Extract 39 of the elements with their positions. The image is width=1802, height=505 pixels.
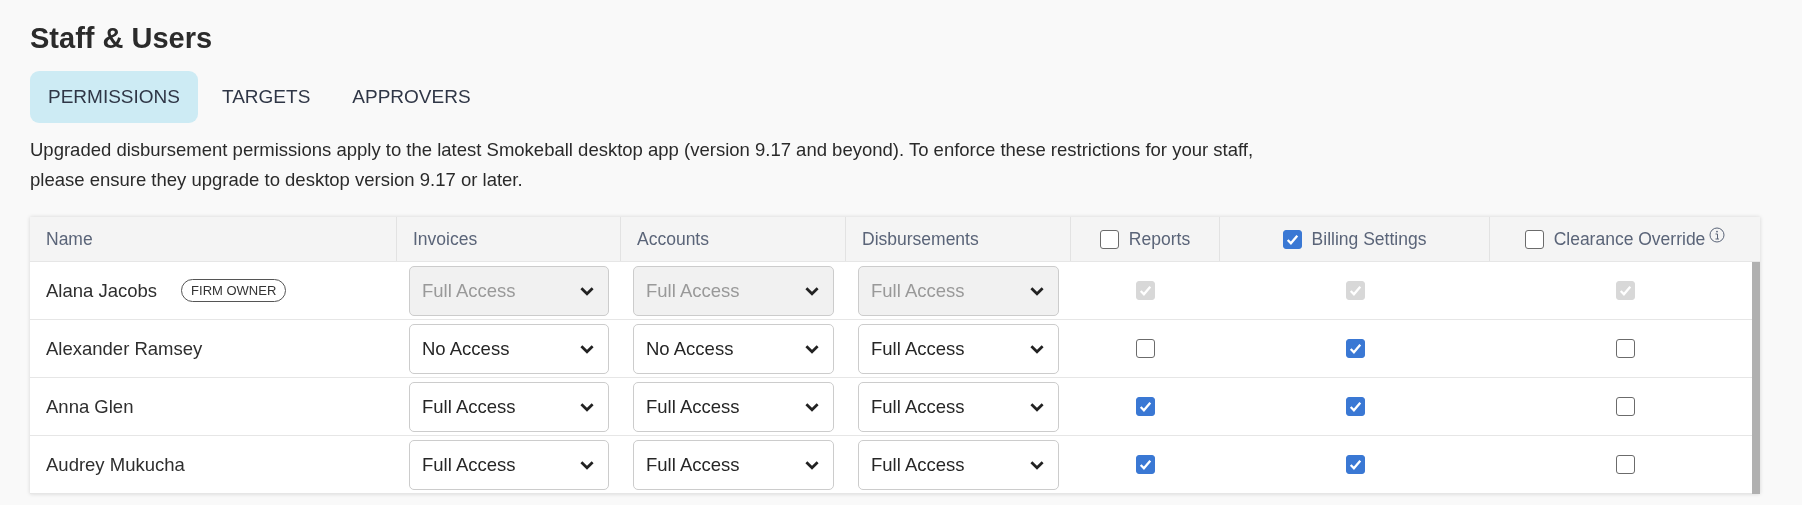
header-checkbox[interactable]	[1099, 229, 1119, 249]
permission-checkbox[interactable]	[1345, 397, 1365, 416]
column-header: Disbursements	[862, 228, 979, 250]
permission-checkbox[interactable]	[1136, 455, 1155, 474]
column-header: Billing Settings	[1311, 228, 1427, 250]
access-dropdown[interactable]: Full Access	[409, 381, 609, 432]
staff-name: Anna Glen	[46, 395, 134, 418]
tab[interactable]: PERMISSIONS	[30, 71, 198, 123]
permission-checkbox[interactable]	[1136, 397, 1155, 416]
access-dropdown[interactable]: No Access	[409, 323, 609, 374]
permission-checkbox[interactable]	[1345, 455, 1365, 474]
staff-name: Alexander Ramsey	[46, 337, 203, 360]
column-header: Clearance Override	[1553, 228, 1706, 250]
access-dropdown[interactable]: Full Access	[409, 439, 609, 490]
scrollbar[interactable]	[1752, 262, 1760, 494]
access-dropdown[interactable]: Full Access	[858, 439, 1059, 490]
info-icon[interactable]	[1709, 227, 1726, 243]
column-header: Name	[46, 228, 93, 250]
permission-checkbox[interactable]	[1615, 397, 1635, 416]
page-title: Staff & Users	[30, 22, 214, 55]
permission-checkbox[interactable]	[1615, 455, 1635, 474]
column-header: Reports	[1128, 228, 1191, 250]
column-header: Accounts	[637, 228, 709, 250]
header-checkbox[interactable]	[1282, 229, 1302, 249]
access-dropdown[interactable]: Full Access	[858, 323, 1059, 374]
access-dropdown[interactable]: No Access	[633, 323, 834, 374]
permission-checkbox[interactable]	[1136, 339, 1155, 358]
staff-name: Alana Jacobs	[46, 279, 158, 302]
permission-checkbox[interactable]	[1345, 339, 1365, 358]
column-header: Invoices	[413, 228, 478, 250]
staff-name: Audrey Mukucha	[46, 453, 185, 476]
access-dropdown[interactable]: Full Access	[858, 381, 1059, 432]
notice-text: Upgraded disbursement permissions apply to the latest Smokeball desktop app (version 9.17 and beyond). To enforce these restrictions for your staff, please ensure they upgrade to desktop version 9.17 or later.	[30, 138, 1255, 192]
access-dropdown[interactable]: Full Access	[633, 439, 834, 490]
permission-checkbox[interactable]	[1615, 339, 1635, 358]
tab[interactable]: APPROVERS	[334, 71, 489, 123]
header-checkbox[interactable]	[1524, 229, 1544, 249]
tab[interactable]: TARGETS	[204, 71, 329, 123]
access-dropdown[interactable]: Full Access	[633, 381, 834, 432]
